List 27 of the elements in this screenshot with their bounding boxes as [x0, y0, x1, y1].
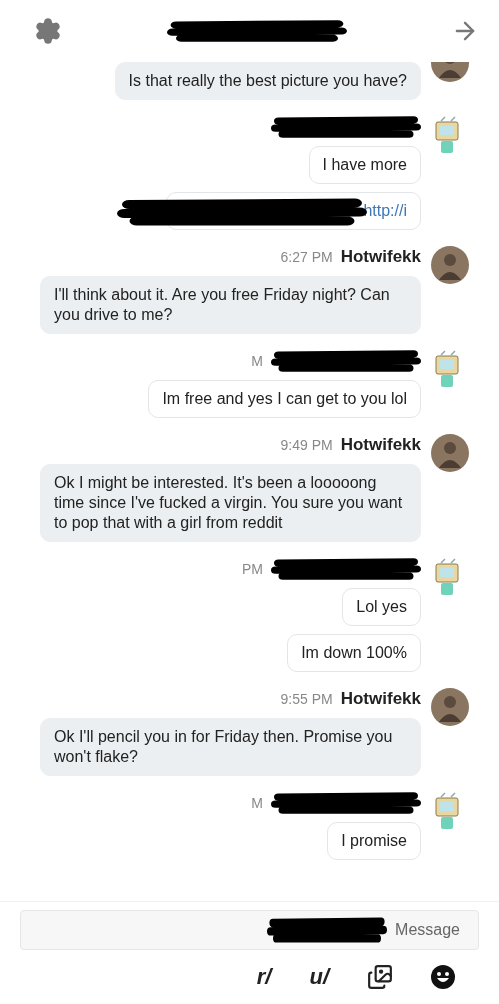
message-bubble: I'll think about it. Are you free Friday night? Can you drive to me? — [40, 276, 421, 334]
message-bubble: I have more — [308, 146, 421, 184]
avatar — [431, 246, 469, 284]
message-time: 9:49 PM — [280, 437, 333, 453]
message-time: M — [251, 795, 263, 811]
message-time: 9:55 PM — [280, 691, 333, 707]
message-bubble: I promise — [327, 822, 421, 860]
avatar — [431, 688, 469, 726]
message-bubble: Is that really the best picture you have? — [114, 62, 421, 100]
message-bubble: Im down 100% — [287, 634, 421, 672]
avatar — [431, 434, 469, 472]
subreddit-button[interactable]: u/ — [309, 964, 329, 990]
message-time: M — [251, 353, 263, 369]
message-time: 6:27 PM — [280, 249, 333, 265]
sender-name: Hotwifekk — [340, 689, 421, 709]
link[interactable]: http://i — [363, 202, 407, 219]
message-bubble: Lol yes — [342, 588, 421, 626]
sender-name: Hotwifekk — [340, 247, 421, 267]
subreddit-button[interactable]: r/ — [256, 964, 272, 990]
settings-icon[interactable] — [34, 17, 62, 45]
emoji-icon[interactable] — [431, 965, 455, 989]
message-bubble: Ok I'll pencil you in for Friday then. Promise you won't flake? — [40, 718, 421, 776]
message-bubble: Ok I might be interested. It's been a looooong time since I've fucked a virgin. You sure you want to pop that with a girl from reddit — [40, 464, 421, 542]
sender-name: Hotwifekk — [340, 435, 421, 455]
message-bubble: Im free and yes I can get to you lol — [148, 380, 421, 418]
message-time: PM — [242, 561, 263, 577]
gallery-icon[interactable] — [367, 964, 393, 990]
